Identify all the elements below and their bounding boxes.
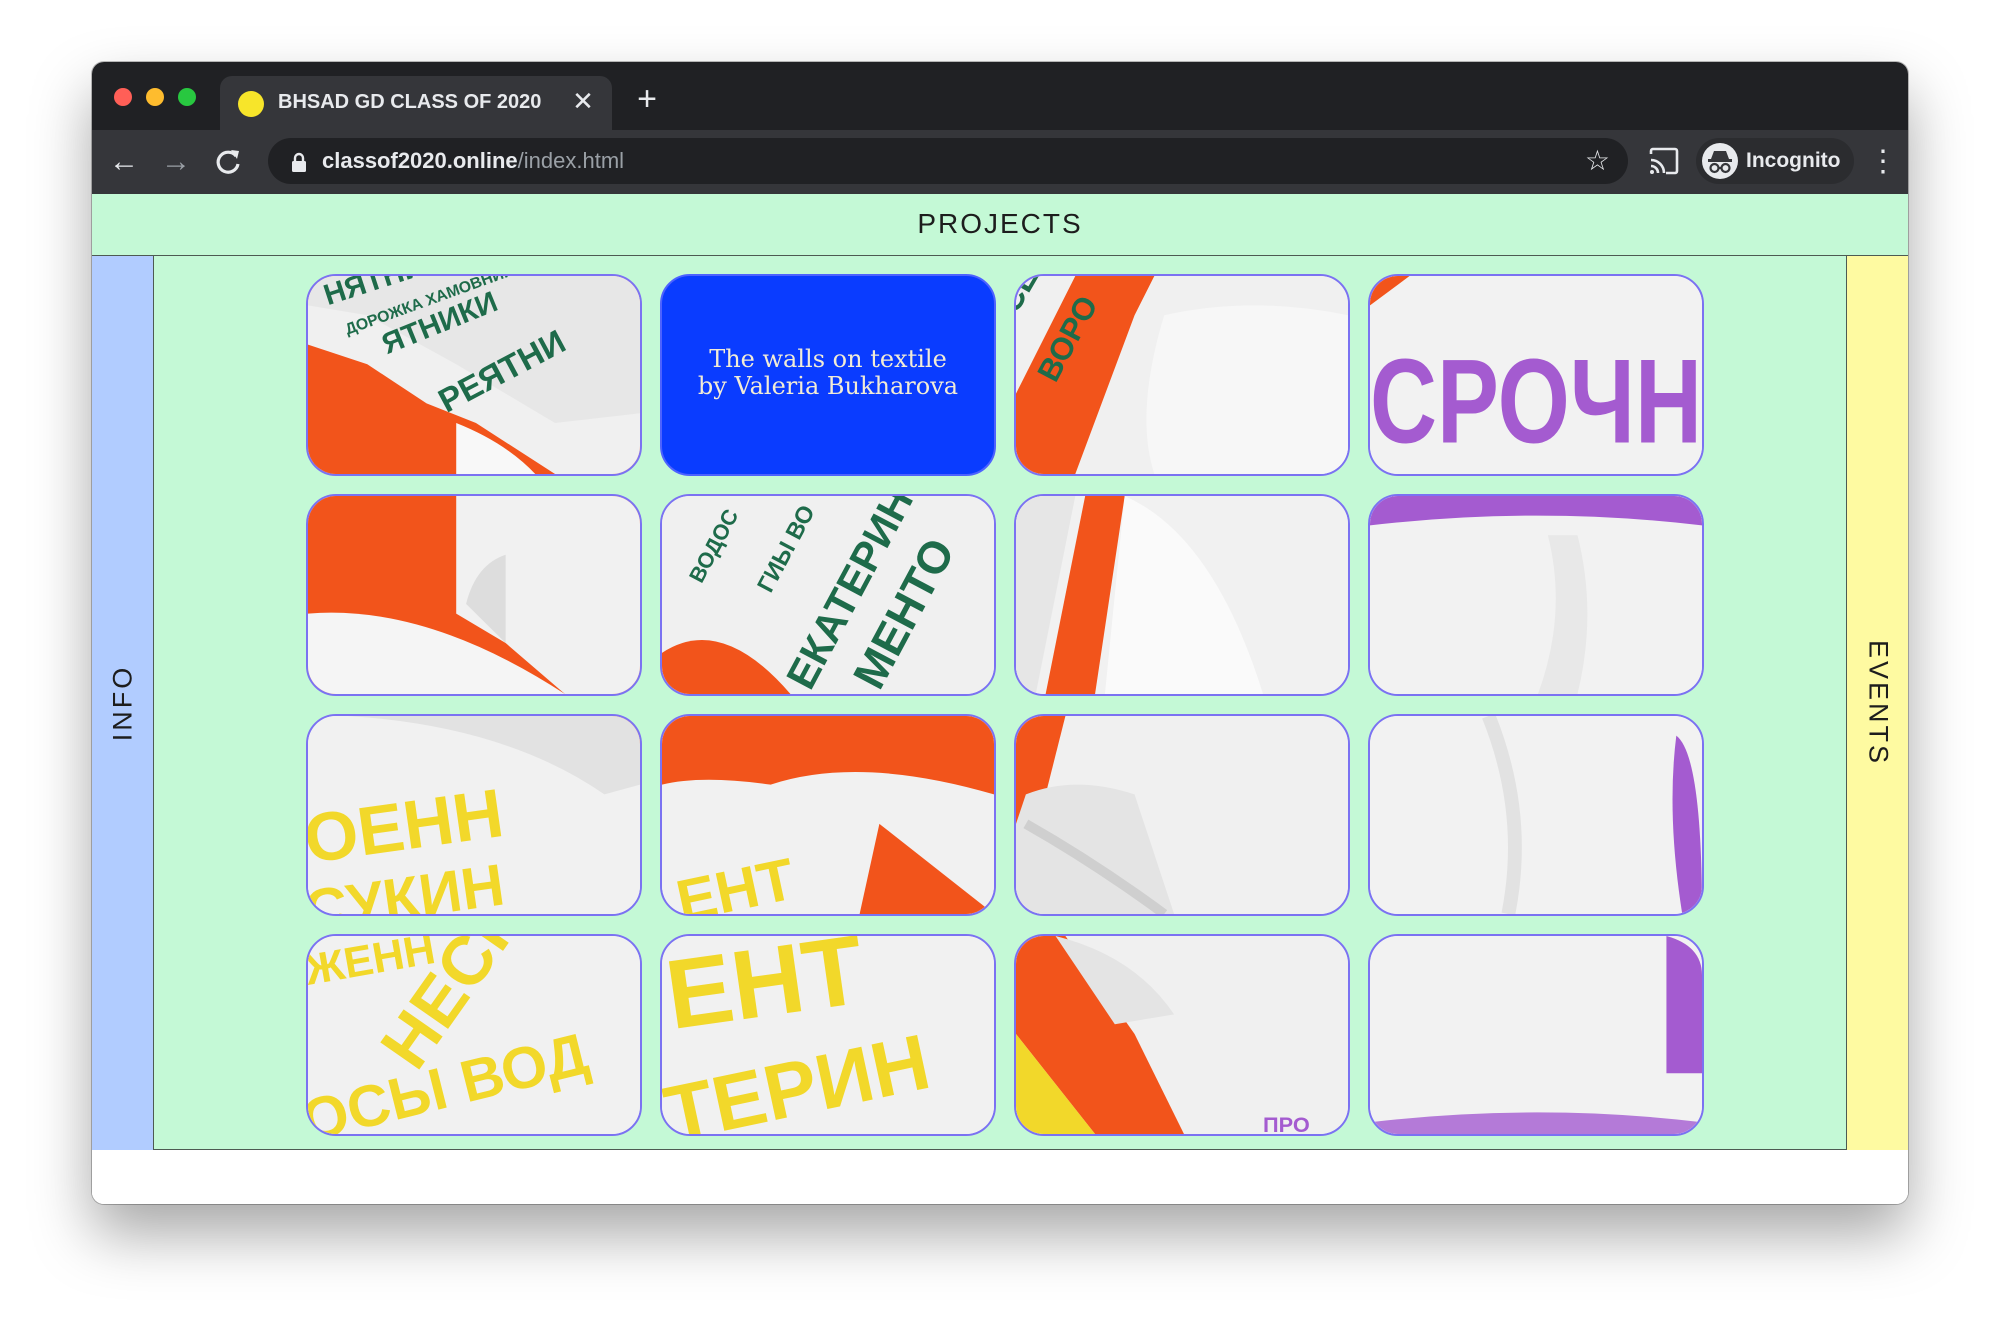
project-tile[interactable] (1368, 714, 1704, 916)
star-icon[interactable]: ☆ (1585, 144, 1610, 178)
url-path: /index.html (517, 148, 625, 173)
project-tile[interactable] (1014, 494, 1350, 696)
tile-image (1370, 936, 1702, 1134)
incognito-profile-button[interactable]: Incognito (1696, 138, 1854, 184)
cast-icon[interactable] (1648, 146, 1680, 176)
project-tile[interactable] (306, 494, 642, 696)
page-content: PROJECTS INFO НЯТНИКИ ЯТНИКИ РЕЯТНИ (92, 194, 1908, 1204)
project-tile[interactable]: ЖЕНН НЕСКИН ОСЫ ВОД (306, 934, 642, 1136)
info-sidebar[interactable]: INFO (92, 256, 154, 1150)
incognito-label: Incognito (1746, 149, 1841, 172)
incognito-icon (1702, 143, 1738, 179)
back-button[interactable]: ← (106, 144, 142, 180)
favicon-icon (238, 91, 264, 117)
project-tile[interactable]: ЕНТ ТЕРИН (660, 934, 996, 1136)
url-host: classof2020.online (322, 148, 518, 173)
tile-image (1016, 496, 1348, 694)
reload-button[interactable] (210, 144, 246, 180)
info-label: INFO (107, 664, 138, 742)
project-tile[interactable]: ЕНТ (660, 714, 996, 916)
tab-title: BHSAD GD CLASS OF 2020 (278, 91, 542, 113)
project-caption: The walls on textile by Valeria Bukharov… (662, 346, 994, 400)
reload-icon (216, 150, 240, 174)
forward-button[interactable]: → (158, 144, 194, 180)
project-caption-tile[interactable]: The walls on textile by Valeria Bukharov… (660, 274, 996, 476)
tile-image: СЕМ КА ВОРО (1016, 276, 1348, 474)
close-window-button[interactable] (114, 88, 132, 106)
tile-image (1016, 716, 1348, 914)
browser-tab[interactable]: BHSAD GD CLASS OF 2020 ✕ (220, 76, 612, 130)
projects-header[interactable]: PROJECTS (92, 194, 1908, 256)
tile-image: ЕНТ (662, 716, 994, 914)
project-tile[interactable]: ВОДОС ГИЫ ВО ЕКАТЕРИН МЕНТО (660, 494, 996, 696)
kebab-menu-icon[interactable]: ⋮ (1868, 144, 1898, 180)
project-tile[interactable] (1368, 934, 1704, 1136)
tile-image: ОЕНН СУКИН (308, 716, 640, 914)
tile-image: СРОЧН (1370, 276, 1702, 474)
project-tile[interactable]: СЕМ КА ВОРО (1014, 274, 1350, 476)
browser-window: BHSAD GD CLASS OF 2020 ✕ + ← → classof20… (92, 62, 1908, 1204)
caption-line-2: by Valeria Bukharova (697, 372, 959, 400)
project-tile[interactable]: ПРО (1014, 934, 1350, 1136)
project-tile[interactable] (1368, 494, 1704, 696)
svg-text:ПРО: ПРО (1263, 1112, 1310, 1134)
tile-image: НЯТНИКИ ЯТНИКИ РЕЯТНИ ДОРОЖКА ХАМОВНИКИ (308, 276, 640, 474)
page-footer-area (92, 1150, 1908, 1204)
tile-image (308, 496, 640, 694)
projects-grid-area: НЯТНИКИ ЯТНИКИ РЕЯТНИ ДОРОЖКА ХАМОВНИКИ … (154, 256, 1846, 1150)
caption-line-1: The walls on textile (709, 345, 947, 373)
maximize-window-button[interactable] (178, 88, 196, 106)
project-tile[interactable]: ОЕНН СУКИН (306, 714, 642, 916)
events-sidebar[interactable]: EVENTS (1846, 256, 1908, 1150)
svg-text:СРОЧН: СРОЧН (1370, 335, 1702, 468)
address-bar[interactable]: classof2020.online/index.html ☆ (268, 138, 1628, 184)
events-label: EVENTS (1863, 639, 1894, 767)
browser-toolbar: ← → classof2020.online/index.html ☆ Inco… (92, 130, 1908, 194)
project-tile-grid: НЯТНИКИ ЯТНИКИ РЕЯТНИ ДОРОЖКА ХАМОВНИКИ … (306, 274, 1706, 1136)
minimize-window-button[interactable] (146, 88, 164, 106)
tile-image (1370, 716, 1702, 914)
project-tile[interactable]: СРОЧН (1368, 274, 1704, 476)
tile-image: ВОДОС ГИЫ ВО ЕКАТЕРИН МЕНТО (662, 496, 994, 694)
new-tab-button[interactable]: + (630, 82, 664, 116)
project-tile[interactable] (1014, 714, 1350, 916)
tile-image: ЕНТ ТЕРИН (662, 936, 994, 1134)
close-icon[interactable]: ✕ (568, 86, 598, 116)
project-tile[interactable]: НЯТНИКИ ЯТНИКИ РЕЯТНИ ДОРОЖКА ХАМОВНИКИ (306, 274, 642, 476)
tile-image: ЖЕНН НЕСКИН ОСЫ ВОД (308, 936, 640, 1134)
projects-label: PROJECTS (917, 208, 1083, 239)
tile-image (1370, 496, 1702, 694)
url-text[interactable]: classof2020.online/index.html (322, 148, 624, 174)
tab-strip: BHSAD GD CLASS OF 2020 ✕ + (92, 62, 1908, 130)
lock-icon[interactable] (288, 151, 310, 173)
tile-image: ПРО (1016, 936, 1348, 1134)
